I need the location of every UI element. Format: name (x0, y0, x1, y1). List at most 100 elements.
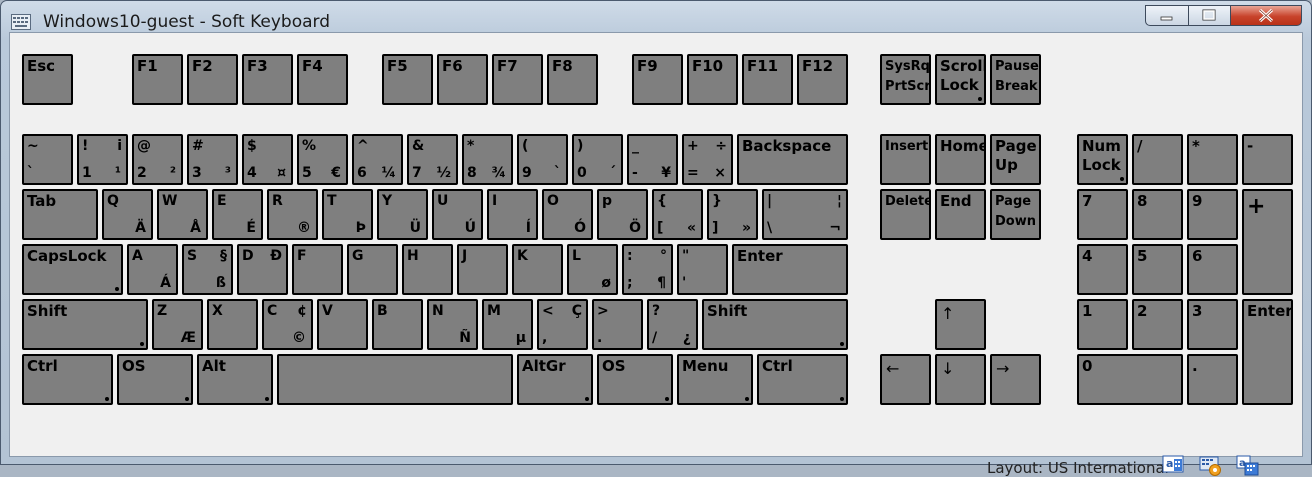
key-f5[interactable]: F5 (382, 54, 433, 105)
key-num7[interactable]: 7 (1077, 189, 1128, 240)
key-r[interactable]: R ® (267, 189, 318, 240)
key-pageup[interactable]: Page Up (990, 134, 1041, 185)
key-num9[interactable]: 9 (1187, 189, 1238, 240)
key-8[interactable]: * 8 ¾ (462, 134, 513, 185)
key-f2[interactable]: F2 (187, 54, 238, 105)
keyboard-settings-icon[interactable] (1199, 455, 1223, 477)
key-los[interactable]: OS (117, 354, 193, 405)
key-2[interactable]: @2 ² (132, 134, 183, 185)
close-button[interactable] (1230, 5, 1302, 26)
key-x[interactable]: X (207, 299, 258, 350)
key-f11[interactable]: F11 (742, 54, 793, 105)
key-h[interactable]: H (402, 244, 453, 295)
key-k[interactable]: K (512, 244, 563, 295)
key-end[interactable]: End (935, 189, 986, 240)
key-f6[interactable]: F6 (437, 54, 488, 105)
key-rbracket[interactable]: }] » (707, 189, 758, 240)
key-f1[interactable]: F1 (132, 54, 183, 105)
key-rctrl[interactable]: Ctrl (757, 354, 848, 405)
key-period[interactable]: >. (592, 299, 643, 350)
key-grave[interactable]: ~ ` (22, 134, 73, 185)
key-quote[interactable]: " ' (677, 244, 728, 295)
key-left[interactable]: ← (880, 354, 931, 405)
key-pause[interactable]: Pause Break (990, 54, 1041, 105)
key-1[interactable]: ! 1 i ¹ (77, 134, 128, 185)
key-backslash[interactable]: | \ ¦ ¬ (762, 189, 848, 240)
key-home[interactable]: Home (935, 134, 986, 185)
key-lbracket[interactable]: {[« (652, 189, 703, 240)
key-esc[interactable]: Esc (22, 54, 73, 105)
key-g[interactable]: G (347, 244, 398, 295)
key-a[interactable]: AÁ (127, 244, 178, 295)
key-minus[interactable]: _ - ¥ (627, 134, 678, 185)
minimize-button[interactable] (1145, 5, 1189, 26)
key-c[interactable]: C ¢ © (262, 299, 313, 350)
key-delete[interactable]: Delete (880, 189, 931, 240)
key-9[interactable]: (9 ` (517, 134, 568, 185)
key-numsub[interactable]: - (1242, 134, 1293, 185)
key-ros[interactable]: OS (597, 354, 673, 405)
key-n[interactable]: NÑ (427, 299, 478, 350)
key-f7[interactable]: F7 (492, 54, 543, 105)
key-lalt[interactable]: Alt (197, 354, 273, 405)
key-num4[interactable]: 4 (1077, 244, 1128, 295)
key-p[interactable]: pÖ (597, 189, 648, 240)
key-menu[interactable]: Menu (677, 354, 753, 405)
key-d[interactable]: DÐ (237, 244, 288, 295)
key-altgr[interactable]: AltGr (517, 354, 593, 405)
key-z[interactable]: ZÆ (152, 299, 203, 350)
key-right[interactable]: → (990, 354, 1041, 405)
key-f10[interactable]: F10 (687, 54, 738, 105)
key-num3[interactable]: 3 (1187, 299, 1238, 350)
key-insert[interactable]: Insert (880, 134, 931, 185)
key-v[interactable]: V (317, 299, 368, 350)
key-u[interactable]: UÚ (432, 189, 483, 240)
key-semicolon[interactable]: :; ° ¶ (622, 244, 673, 295)
keyboard-switch-icon[interactable]: a (1236, 455, 1260, 477)
key-backspace[interactable]: Backspace (737, 134, 848, 185)
key-num1[interactable]: 1 (1077, 299, 1128, 350)
key-rshift[interactable]: Shift (702, 299, 848, 350)
key-numdiv[interactable]: / (1132, 134, 1183, 185)
key-0[interactable]: ) 0 ´ (572, 134, 623, 185)
key-lctrl[interactable]: Ctrl (22, 354, 113, 405)
key-num5[interactable]: 5 (1132, 244, 1183, 295)
key-up[interactable]: ↑ (935, 299, 986, 350)
key-numlock[interactable]: Num Lock (1077, 134, 1128, 185)
key-down[interactable]: ↓ (935, 354, 986, 405)
key-space[interactable] (277, 354, 513, 405)
key-num8[interactable]: 8 (1132, 189, 1183, 240)
key-equals[interactable]: + = ÷ × (682, 134, 733, 185)
key-num0[interactable]: 0 (1077, 354, 1183, 405)
key-f[interactable]: F (292, 244, 343, 295)
key-y[interactable]: YÜ (377, 189, 428, 240)
key-num6[interactable]: 6 (1187, 244, 1238, 295)
key-f9[interactable]: F9 (632, 54, 683, 105)
key-slash[interactable]: ? / ¿ (647, 299, 698, 350)
key-o[interactable]: OÓ (542, 189, 593, 240)
key-q[interactable]: QÄ (102, 189, 153, 240)
key-s[interactable]: S § ß (182, 244, 233, 295)
key-5[interactable]: % 5 € (297, 134, 348, 185)
key-6[interactable]: ^ 6 ¼ (352, 134, 403, 185)
key-numenter[interactable]: Enter (1242, 299, 1293, 405)
key-numadd[interactable]: + (1242, 189, 1293, 295)
key-l[interactable]: Lø (567, 244, 618, 295)
key-tab[interactable]: Tab (22, 189, 98, 240)
key-7[interactable]: & 7 ½ (407, 134, 458, 185)
key-t[interactable]: TÞ (322, 189, 373, 240)
key-f8[interactable]: F8 (547, 54, 598, 105)
key-3[interactable]: #3 ³ (187, 134, 238, 185)
key-m[interactable]: Mµ (482, 299, 533, 350)
key-sysrq[interactable]: SysRq PrtScr (880, 54, 931, 105)
key-e[interactable]: EÉ (212, 189, 263, 240)
key-4[interactable]: $4 ¤ (242, 134, 293, 185)
key-j[interactable]: J (457, 244, 508, 295)
key-numdot[interactable]: . (1187, 354, 1238, 405)
key-i[interactable]: IÍ (487, 189, 538, 240)
key-scrolllock[interactable]: Scroll Lock (935, 54, 986, 105)
key-nummul[interactable]: * (1187, 134, 1238, 185)
key-f3[interactable]: F3 (242, 54, 293, 105)
key-comma[interactable]: <, Ç (537, 299, 588, 350)
key-lshift[interactable]: Shift (22, 299, 148, 350)
